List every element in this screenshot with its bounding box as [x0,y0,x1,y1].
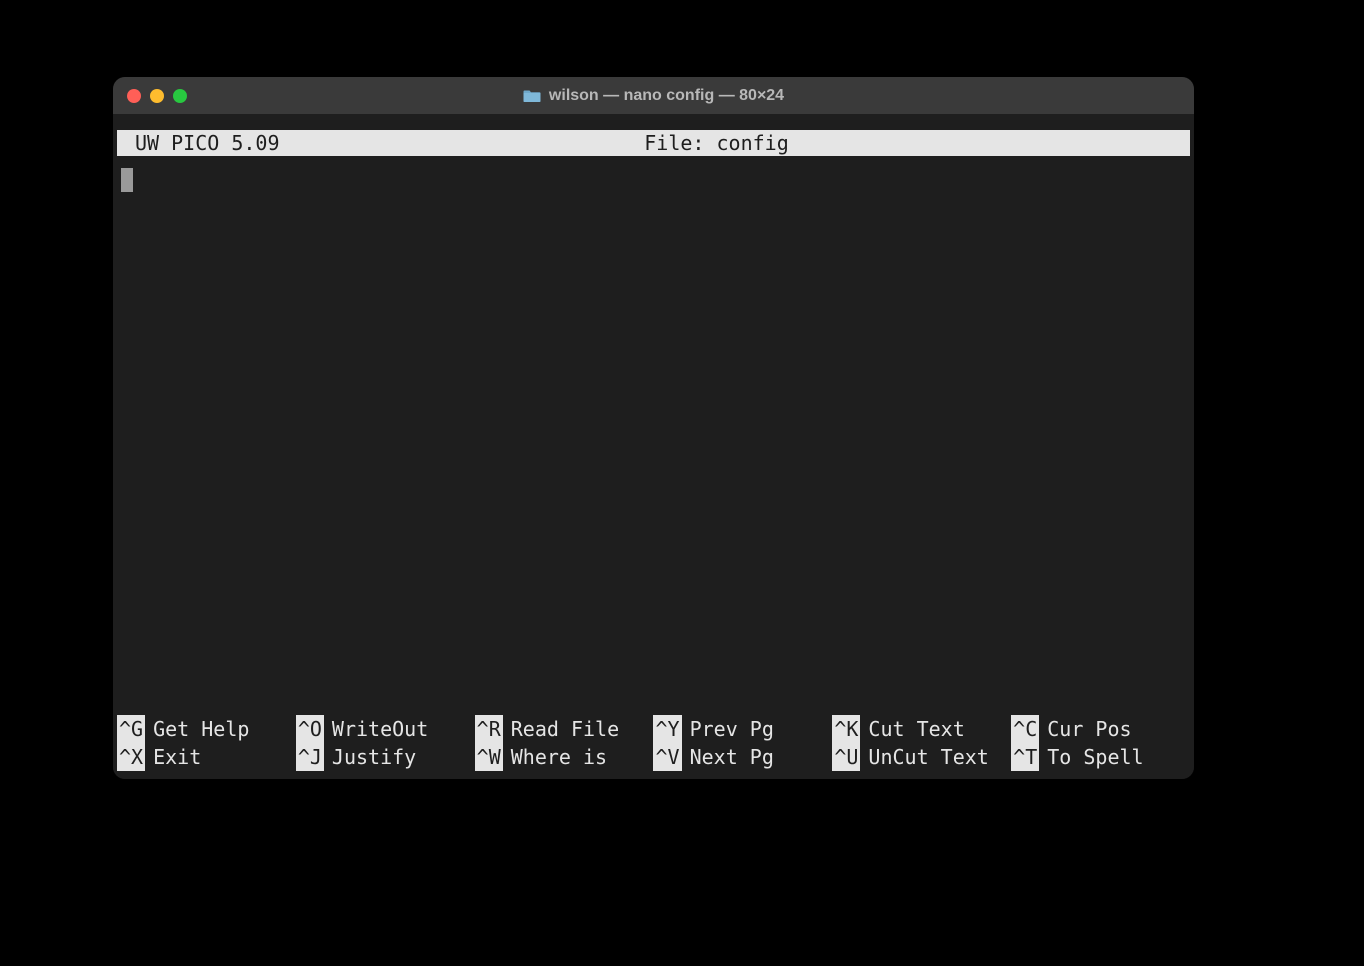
sc-label: Get Help [145,715,249,743]
sc-label: WriteOut [324,715,428,743]
shortcut-row-1: ^G Get Help ^O WriteOut ^R Read File ^Y … [117,715,1190,743]
folder-icon [523,88,541,103]
maximize-icon[interactable] [173,89,187,103]
editor-area[interactable] [117,156,1190,715]
sc-read-file: ^R Read File [475,715,654,743]
shortcut-row-2: ^X Exit ^J Justify ^W Where is ^V Next P… [117,743,1190,771]
sc-label: Cur Pos [1039,715,1131,743]
sc-cur-pos: ^C Cur Pos [1011,715,1190,743]
sc-cut-text: ^K Cut Text [832,715,1011,743]
terminal-window: wilson — nano config — 80×24 UW PICO 5.0… [113,77,1194,779]
sc-label: Justify [324,743,416,771]
sc-key: ^K [832,715,860,743]
sc-key: ^R [475,715,503,743]
sc-next-pg: ^V Next Pg [653,743,832,771]
sc-label: UnCut Text [860,743,988,771]
sc-key: ^G [117,715,145,743]
sc-prev-pg: ^Y Prev Pg [653,715,832,743]
sc-key: ^U [832,743,860,771]
text-cursor [121,168,133,192]
sc-exit: ^X Exit [117,743,296,771]
pico-header-bar: UW PICO 5.09 File: config [117,130,1190,156]
sc-key: ^V [653,743,681,771]
sc-key: ^O [296,715,324,743]
window-title: wilson — nano config — 80×24 [549,87,784,105]
sc-key: ^C [1011,715,1039,743]
sc-key: ^T [1011,743,1039,771]
pico-app-label: UW PICO 5.09 [119,130,280,156]
close-icon[interactable] [127,89,141,103]
title-area: wilson — nano config — 80×24 [113,87,1194,105]
sc-get-help: ^G Get Help [117,715,296,743]
sc-key: ^J [296,743,324,771]
titlebar[interactable]: wilson — nano config — 80×24 [113,77,1194,114]
sc-label: Where is [503,743,607,771]
sc-uncut-text: ^U UnCut Text [832,743,1011,771]
shortcut-bar: ^G Get Help ^O WriteOut ^R Read File ^Y … [117,715,1190,775]
pico-file-label: File: config [644,130,789,156]
traffic-lights [127,89,187,103]
sc-label: Cut Text [860,715,964,743]
sc-justify: ^J Justify [296,743,475,771]
sc-label: Read File [503,715,619,743]
sc-key: ^X [117,743,145,771]
sc-to-spell: ^T To Spell [1011,743,1190,771]
sc-label: Prev Pg [682,715,774,743]
sc-where-is: ^W Where is [475,743,654,771]
sc-key: ^Y [653,715,681,743]
sc-key: ^W [475,743,503,771]
sc-label: To Spell [1039,743,1143,771]
minimize-icon[interactable] [150,89,164,103]
sc-label: Next Pg [682,743,774,771]
sc-label: Exit [145,743,201,771]
sc-writeout: ^O WriteOut [296,715,475,743]
terminal-body[interactable]: UW PICO 5.09 File: config ^G Get Help ^O… [113,114,1194,779]
